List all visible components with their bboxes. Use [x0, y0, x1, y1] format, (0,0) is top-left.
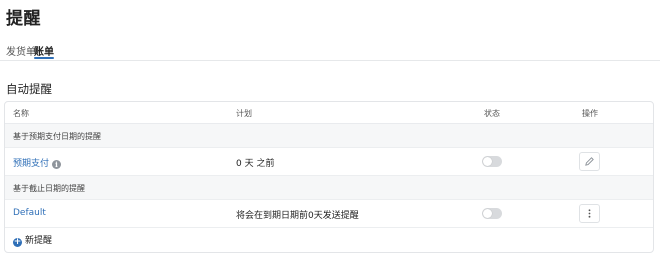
- group-label: 基于截止日期的提醒: [13, 184, 85, 193]
- active-tab-indicator: [34, 57, 54, 59]
- new-reminder-label: 新提醒: [25, 236, 53, 246]
- info-icon[interactable]: i: [52, 160, 62, 169]
- table-row: Default 将会在到期日期前0天发送提醒: [5, 200, 653, 228]
- reminder-plan: 将会在到期日期前0天发送提醒: [236, 211, 359, 221]
- column-header-actions: 操作: [582, 109, 598, 118]
- page-title: 提醒: [6, 9, 41, 29]
- toggle-knob: [483, 209, 492, 218]
- section-title: 自动提醒: [6, 82, 52, 96]
- reminder-plan: 0 天 之前: [236, 159, 275, 169]
- status-toggle[interactable]: [482, 156, 502, 167]
- tab-bar: 发货单 账单: [0, 40, 660, 61]
- group-label: 基于预期支付日期的提醒: [13, 132, 101, 141]
- more-actions-button[interactable]: [579, 204, 600, 223]
- tab-bills[interactable]: 账单: [34, 43, 54, 59]
- edit-button[interactable]: [579, 152, 600, 171]
- reminder-name-link[interactable]: Default: [13, 208, 46, 218]
- tab-invoices[interactable]: 发货单: [6, 43, 36, 58]
- reminder-name-link[interactable]: 预期支付 i: [13, 156, 62, 169]
- group-row-expected-payment: 基于预期支付日期的提醒: [5, 124, 653, 148]
- pencil-icon: [585, 157, 594, 166]
- tab-invoices-label: 发货单: [6, 47, 36, 58]
- column-header-status: 状态: [484, 109, 500, 118]
- status-toggle[interactable]: [482, 208, 502, 219]
- table-row: 预期支付 i 0 天 之前: [5, 148, 653, 176]
- toggle-knob: [483, 157, 492, 166]
- column-header-plan: 计划: [236, 109, 252, 118]
- new-reminder-button[interactable]: + 新提醒: [13, 233, 52, 247]
- plus-circle-icon: +: [13, 237, 22, 247]
- more-vertical-icon: [588, 209, 591, 218]
- group-row-due-date: 基于截止日期的提醒: [5, 176, 653, 200]
- reminder-name: 预期支付: [13, 159, 50, 169]
- table-header: 名称 计划 状态 操作: [5, 102, 653, 124]
- reminders-table: 名称 计划 状态 操作 基于预期支付日期的提醒 预期支付 i 0 天 之前 基于截…: [4, 101, 654, 253]
- column-header-name: 名称: [13, 109, 29, 118]
